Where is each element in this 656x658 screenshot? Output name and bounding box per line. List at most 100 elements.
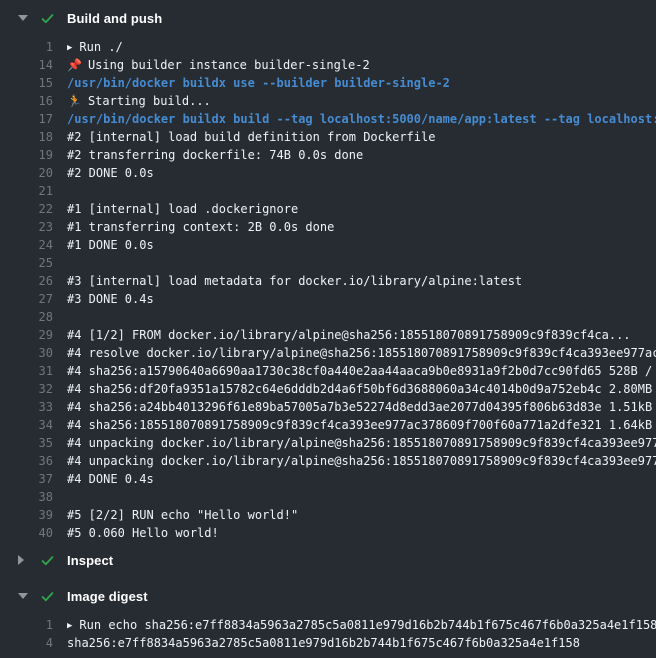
line-number[interactable]: 22 (0, 200, 53, 218)
log-line: 36#4 unpacking docker.io/library/alpine@… (0, 452, 656, 470)
log-line: 28 (0, 308, 656, 326)
line-number[interactable]: 27 (0, 290, 53, 308)
log-line: 37 #4 DONE 0.4s (0, 470, 656, 488)
log-line: 23 #1 transferring context: 2B 0.0s done (0, 218, 656, 236)
line-number[interactable]: 24 (0, 236, 53, 254)
section-header-build-and-push[interactable]: Build and push (0, 0, 656, 36)
line-number[interactable]: 36 (0, 452, 53, 470)
check-success-icon (40, 589, 55, 604)
line-text: #4 DONE 0.4s (67, 470, 154, 488)
log-line: 24 #1 DONE 0.0s (0, 236, 656, 254)
section-image-digest: Image digest 1 ▶Run echo sha256:e7ff8834a… (0, 578, 656, 658)
log-lines-build-and-push: 1▶Run ./14📌Using builder instance builde… (0, 36, 656, 542)
log-line: 33 #4 sha256:a24bb4013296f61e89ba57005a7b… (0, 398, 656, 416)
actions-log: Build and push 1▶Run ./14📌Using builder … (0, 0, 656, 658)
chevron-down-icon[interactable] (18, 15, 28, 21)
log-line: 1▶Run ./ (0, 38, 656, 56)
line-number[interactable]: 37 (0, 470, 53, 488)
log-line: 32 #4 sha256:df20fa9351a15782c64e6dddb2d4… (0, 380, 656, 398)
line-number[interactable]: 25 (0, 254, 53, 272)
log-line: 14 📌Using builder instance builder-single… (0, 56, 656, 74)
line-number[interactable]: 31 (0, 362, 53, 380)
section-inspect: Inspect (0, 542, 656, 578)
section-header-image-digest[interactable]: Image digest (0, 578, 656, 614)
section-title: Image digest (67, 589, 148, 604)
line-number[interactable]: 18 (0, 128, 53, 146)
line-text: /usr/bin/docker buildx build --tag local… (67, 110, 656, 128)
line-number[interactable]: 16 (0, 92, 53, 110)
line-text: #3 DONE 0.4s (67, 290, 154, 308)
section-header-inspect[interactable]: Inspect (0, 542, 656, 578)
log-line: 1 ▶Run echo sha256:e7ff8834a5963a2785c5a0… (0, 616, 656, 634)
line-text: 🏃Starting build... (67, 92, 211, 110)
line-text: #4 sha256:a15790640a6690aa1730c38cf0a440… (67, 362, 656, 380)
line-number[interactable]: 28 (0, 308, 53, 326)
check-success-icon (40, 11, 55, 26)
line-number[interactable]: 33 (0, 398, 53, 416)
line-text: #4 unpacking docker.io/library/alpine@sh… (67, 434, 656, 452)
section-title: Inspect (67, 553, 113, 568)
line-text: #4 sha256:a24bb4013296f61e89ba57005a7b3e… (67, 398, 656, 416)
line-number[interactable]: 32 (0, 380, 53, 398)
line-text: 📌Using builder instance builder-single-2 (67, 56, 370, 74)
line-text: #1 DONE 0.0s (67, 236, 154, 254)
log-line: 40 #5 0.060 Hello world! (0, 524, 656, 542)
chevron-down-icon[interactable] (18, 593, 28, 599)
line-number[interactable]: 26 (0, 272, 53, 290)
line-text: #1 transferring context: 2B 0.0s done (67, 218, 334, 236)
line-number[interactable]: 1 (0, 616, 53, 634)
log-line: 15/usr/bin/docker buildx use --builder b… (0, 74, 656, 92)
log-lines-image-digest: 1 ▶Run echo sha256:e7ff8834a5963a2785c5a0… (0, 614, 656, 658)
log-line: 31 #4 sha256:a15790640a6690aa1730c38cf0a4… (0, 362, 656, 380)
line-number[interactable]: 40 (0, 524, 53, 542)
chevron-right-icon[interactable] (18, 555, 24, 565)
log-line: 18#2 [internal] load build definition fr… (0, 128, 656, 146)
line-text: #4 [1/2] FROM docker.io/library/alpine@s… (67, 326, 631, 344)
line-number[interactable]: 35 (0, 434, 53, 452)
section-build-and-push: Build and push 1▶Run ./14📌Using builder … (0, 0, 656, 542)
pushpin-icon: 📌 (67, 56, 82, 74)
line-text: ▶Run echo sha256:e7ff8834a5963a2785c5a08… (67, 616, 656, 634)
log-line: 39 #5 [2/2] RUN echo "Hello world!" (0, 506, 656, 524)
log-line: 35 #4 unpacking docker.io/library/alpine@… (0, 434, 656, 452)
line-number[interactable]: 20 (0, 164, 53, 182)
line-number[interactable]: 21 (0, 182, 53, 200)
line-number[interactable]: 23 (0, 218, 53, 236)
line-number[interactable]: 15 (0, 74, 53, 92)
section-title: Build and push (67, 11, 162, 26)
line-text: #4 sha256:185518070891758909c9f839cf4ca3… (67, 416, 656, 434)
log-line: 30 #4 resolve docker.io/library/alpine@sh… (0, 344, 656, 362)
log-line: 25 (0, 254, 656, 272)
line-text: #4 sha256:df20fa9351a15782c64e6dddb2d4a6… (67, 380, 656, 398)
log-line: 29 #4 [1/2] FROM docker.io/library/alpine… (0, 326, 656, 344)
line-number[interactable]: 1 (0, 38, 53, 56)
expand-caret-icon[interactable]: ▶ (67, 39, 72, 56)
line-number[interactable]: 19 (0, 146, 53, 164)
line-text: #1 [internal] load .dockerignore (67, 200, 298, 218)
runner-icon: 🏃 (67, 92, 82, 110)
log-line: 22 #1 [internal] load .dockerignore (0, 200, 656, 218)
log-line: 17/usr/bin/docker buildx build --tag loc… (0, 110, 656, 128)
line-number[interactable]: 39 (0, 506, 53, 524)
log-line: 16 🏃Starting build... (0, 92, 656, 110)
line-number[interactable]: 29 (0, 326, 53, 344)
line-text: sha256:e7ff8834a5963a2785c5a0811e979d16b… (67, 634, 580, 652)
line-text: /usr/bin/docker buildx use --builder bui… (67, 74, 450, 92)
line-number[interactable]: 4 (0, 634, 53, 652)
line-number[interactable]: 38 (0, 488, 53, 506)
line-text: #2 DONE 0.0s (67, 164, 154, 182)
line-text: #5 [2/2] RUN echo "Hello world!" (67, 506, 298, 524)
log-line: 34 #4 sha256:185518070891758909c9f839cf4c… (0, 416, 656, 434)
log-line: 38 (0, 488, 656, 506)
line-text: #5 0.060 Hello world! (67, 524, 219, 542)
line-number[interactable]: 34 (0, 416, 53, 434)
line-number[interactable]: 30 (0, 344, 53, 362)
log-line: 26#3 [internal] load metadata for docker… (0, 272, 656, 290)
line-text: #4 resolve docker.io/library/alpine@sha2… (67, 344, 656, 362)
expand-caret-icon[interactable]: ▶ (67, 617, 72, 634)
check-success-icon (40, 553, 55, 568)
line-text: #2 transferring dockerfile: 74B 0.0s don… (67, 146, 363, 164)
line-number[interactable]: 17 (0, 110, 53, 128)
log-line: 21 (0, 182, 656, 200)
line-number[interactable]: 14 (0, 56, 53, 74)
